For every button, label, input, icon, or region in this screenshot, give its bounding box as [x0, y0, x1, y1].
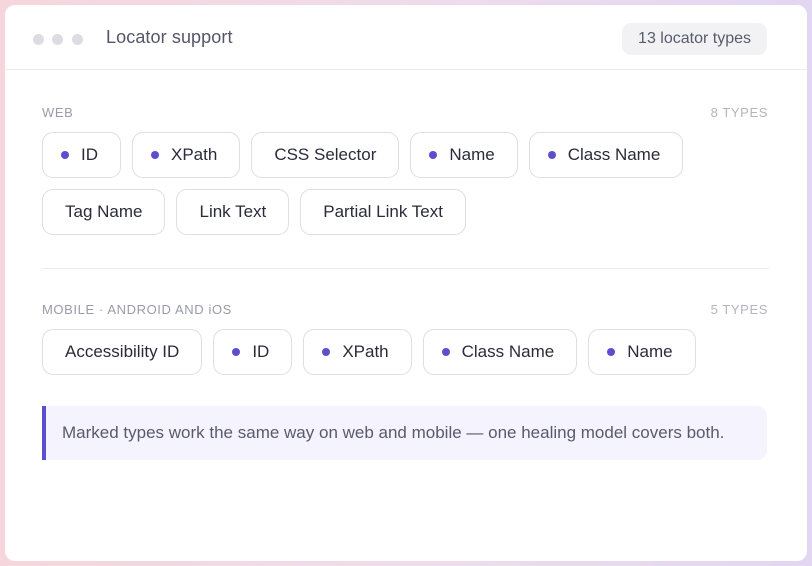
- locator-chip-label: Tag Name: [65, 202, 143, 221]
- shared-marker-icon: [547, 151, 556, 159]
- locator-chip-css-selector[interactable]: CSS Selector: [251, 132, 400, 178]
- locator-chip-label: Accessibility ID: [65, 342, 180, 361]
- window-control-dot[interactable]: [72, 34, 83, 45]
- locator-chip-link-text[interactable]: Link Text: [176, 189, 290, 235]
- web-locator-list: ID XPath CSS Selector Name Class Name Tag Nam…: [42, 132, 772, 246]
- locator-chip-label: Name: [449, 145, 495, 164]
- shared-marker-icon: [607, 348, 616, 356]
- locator-chip-label: ID: [252, 342, 270, 361]
- shared-marker-icon: [61, 151, 69, 159]
- mobile-locator-list: Accessibility ID ID XPath Class Name Name: [42, 329, 772, 386]
- mobile-section-label: MOBILE · ANDROID AND iOS: [42, 302, 232, 317]
- web-type-count: 8 TYPES: [710, 105, 768, 120]
- shared-marker-icon: [322, 348, 331, 356]
- locator-chip-label: Class Name: [567, 145, 661, 164]
- locator-chip-partial-link-text[interactable]: Partial Link Text: [300, 189, 466, 235]
- shared-marker-icon: [232, 348, 241, 356]
- locator-chip-class-name[interactable]: Class Name: [528, 132, 684, 178]
- locator-chip-name[interactable]: Name: [588, 329, 696, 375]
- window-control-dot[interactable]: [52, 34, 63, 45]
- info-note: Marked types work the same way on web an…: [42, 406, 767, 460]
- locator-chip-id[interactable]: ID: [213, 329, 293, 375]
- window-control-dot[interactable]: [33, 34, 44, 45]
- chip-row: Accessibility ID ID XPath Class Name Name: [42, 329, 772, 375]
- shared-marker-icon: [429, 151, 438, 159]
- window-title: Locator support: [106, 27, 233, 47]
- locator-chip-accessibility-id[interactable]: Accessibility ID: [42, 329, 203, 375]
- locator-chip-tag-name[interactable]: Tag Name: [42, 189, 166, 235]
- locator-chip-label: XPath: [171, 145, 218, 164]
- shared-marker-icon: [151, 151, 159, 159]
- chip-row: ID XPath CSS Selector Name Class Name: [42, 132, 772, 178]
- locator-chip-label: Class Name: [461, 342, 555, 361]
- mobile-type-count: 5 TYPES: [710, 302, 768, 317]
- locator-support-window: Locator support 13 locator types WEB 8 T…: [5, 5, 807, 561]
- web-section-label: WEB: [42, 105, 74, 120]
- chip-row: Tag Name Link Text Partial Link Text: [42, 189, 772, 235]
- shared-marker-icon: [441, 348, 450, 356]
- locator-chip-label: Link Text: [199, 202, 267, 221]
- locator-chip-label: XPath: [342, 342, 389, 361]
- locator-chip-class-name[interactable]: Class Name: [422, 329, 578, 375]
- section-divider: [42, 268, 769, 269]
- locator-chip-name[interactable]: Name: [410, 132, 518, 178]
- title-bar: Locator support 13 locator types: [5, 5, 807, 70]
- locator-chip-label: Name: [627, 342, 673, 361]
- locator-chip-xpath[interactable]: XPath: [303, 329, 412, 375]
- locator-count-badge: 13 locator types: [622, 23, 767, 55]
- locator-chip-label: CSS Selector: [274, 145, 377, 164]
- locator-chip-label: Partial Link Text: [323, 202, 443, 221]
- locator-chip-label: ID: [81, 145, 98, 164]
- locator-chip-id[interactable]: ID: [42, 132, 121, 178]
- locator-chip-xpath[interactable]: XPath: [132, 132, 241, 178]
